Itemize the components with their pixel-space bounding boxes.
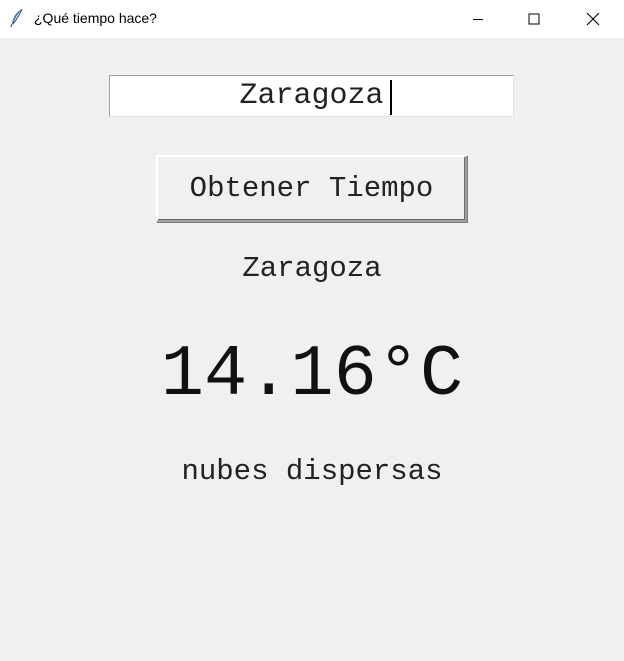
- window-title: ¿Qué tiempo hace?: [34, 10, 157, 26]
- minimize-button[interactable]: [455, 0, 501, 38]
- title-bar: ¿Qué tiempo hace?: [0, 0, 624, 38]
- app-window: ¿Qué tiempo hace? Obtener Tiempo Zaragoz…: [0, 0, 624, 661]
- text-cursor: [390, 80, 392, 115]
- maximize-button[interactable]: [511, 0, 557, 38]
- feather-icon: [9, 8, 25, 28]
- city-name-label: Zaragoza: [242, 252, 382, 285]
- get-weather-button[interactable]: Obtener Tiempo: [156, 155, 467, 222]
- maximize-icon: [528, 13, 540, 25]
- temperature-label: 14.16°C: [160, 334, 464, 416]
- close-icon: [586, 12, 600, 26]
- close-button[interactable]: [570, 0, 616, 38]
- weather-description-label: nubes dispersas: [181, 455, 443, 488]
- minimize-icon: [473, 19, 483, 20]
- city-input[interactable]: [109, 75, 514, 117]
